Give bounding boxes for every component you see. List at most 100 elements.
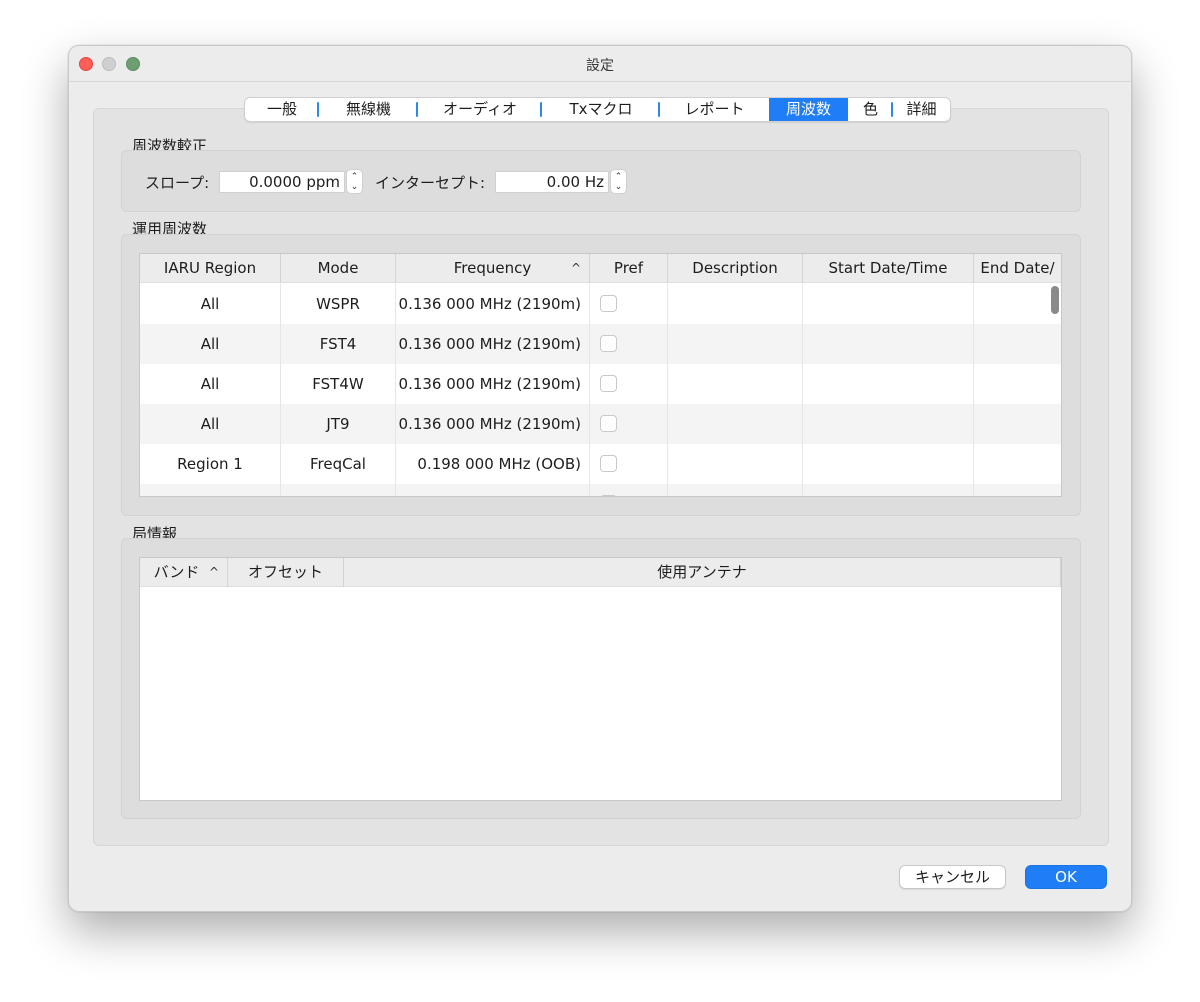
cell-region bbox=[140, 484, 281, 496]
table-row[interactable]: Region 1 FreqCal 0.198 000 MHz (OOB) bbox=[140, 444, 1061, 484]
tab-label: オーディオ bbox=[443, 100, 517, 118]
frequencies-table-header: IARU Region Mode Frequency ^ Pref Descri… bbox=[140, 254, 1061, 283]
cell-frequency: 0.136 000 MHz (2190m) bbox=[396, 404, 590, 444]
cell-frequency: 0.136 000 MHz (2190m) bbox=[396, 364, 590, 404]
table-row[interactable]: All FST4 0.136 000 MHz (2190m) bbox=[140, 324, 1061, 364]
cell-frequency: 0.198 000 MHz (OOB) bbox=[396, 444, 590, 484]
cell-frequency: 0.136 000 MHz (2190m) bbox=[396, 284, 590, 324]
pref-checkbox[interactable] bbox=[600, 455, 617, 472]
column-header-label: バンド bbox=[153, 563, 200, 581]
cell-region: All bbox=[140, 324, 281, 364]
cell-end bbox=[974, 364, 1061, 404]
cell-start bbox=[803, 324, 974, 364]
pref-checkbox[interactable] bbox=[600, 335, 617, 352]
cell-end bbox=[974, 284, 1061, 324]
tab-general[interactable]: 一般 bbox=[245, 98, 319, 121]
cell-end bbox=[974, 404, 1061, 444]
chevron-up-icon[interactable]: ⌃ bbox=[615, 172, 623, 182]
tab-label: 詳細 bbox=[906, 100, 937, 118]
pref-checkbox[interactable] bbox=[600, 495, 617, 496]
cell-description bbox=[668, 444, 803, 484]
column-header-end-date[interactable]: End Date/ bbox=[974, 254, 1061, 283]
column-header-antenna[interactable]: 使用アンテナ bbox=[344, 558, 1061, 587]
table-row[interactable]: All WSPR 0.136 000 MHz (2190m) bbox=[140, 284, 1061, 324]
intercept-label: インターセプト: bbox=[375, 174, 486, 192]
table-row-partial[interactable] bbox=[140, 484, 1061, 496]
slope-spinbox[interactable]: 0.0000 ppm bbox=[219, 171, 345, 193]
cell-pref bbox=[590, 484, 668, 496]
cell-frequency: 0.136 000 MHz (2190m) bbox=[396, 324, 590, 364]
sort-ascending-icon: ^ bbox=[570, 261, 581, 275]
cell-start bbox=[803, 444, 974, 484]
tab-bar: 一般 無線機 オーディオ Txマクロ レポート 周波数 色 詳細 bbox=[244, 97, 951, 122]
ok-button[interactable]: OK bbox=[1025, 865, 1107, 889]
column-header-start-date[interactable]: Start Date/Time bbox=[803, 254, 974, 283]
vertical-scrollbar-thumb[interactable] bbox=[1051, 286, 1059, 314]
cell-region: All bbox=[140, 284, 281, 324]
tab-tx-macros[interactable]: Txマクロ bbox=[542, 98, 660, 121]
tab-label: 色 bbox=[862, 100, 878, 118]
column-header-description[interactable]: Description bbox=[668, 254, 803, 283]
intercept-spinbox[interactable]: 0.00 Hz bbox=[495, 171, 609, 193]
chevron-down-icon[interactable]: ⌄ bbox=[351, 182, 359, 192]
intercept-stepper[interactable]: ⌃ ⌄ bbox=[610, 169, 627, 194]
cell-start bbox=[803, 484, 974, 496]
cell-mode: FreqCal bbox=[281, 444, 396, 484]
tab-reporting[interactable]: レポート bbox=[660, 98, 769, 121]
column-header-offset[interactable]: オフセット bbox=[228, 558, 344, 587]
cell-end bbox=[974, 484, 1061, 496]
cancel-button[interactable]: キャンセル bbox=[899, 865, 1006, 889]
cell-pref bbox=[590, 364, 668, 404]
cell-end bbox=[974, 324, 1061, 364]
column-header-pref[interactable]: Pref bbox=[590, 254, 668, 283]
cell-region: All bbox=[140, 404, 281, 444]
station-info-table: バンド ^ オフセット 使用アンテナ bbox=[139, 557, 1062, 801]
chevron-down-icon[interactable]: ⌄ bbox=[615, 182, 623, 192]
cell-description bbox=[668, 364, 803, 404]
window-title: 設定 bbox=[586, 58, 614, 74]
settings-window: 設定 一般 無線機 オーディオ Txマクロ レポート 周波数 色 詳細 周波数較… bbox=[68, 45, 1132, 912]
column-header-iaru-region[interactable]: IARU Region bbox=[140, 254, 281, 283]
cell-description bbox=[668, 324, 803, 364]
slope-stepper[interactable]: ⌃ ⌄ bbox=[346, 169, 363, 194]
tab-audio[interactable]: オーディオ bbox=[418, 98, 542, 121]
chevron-up-icon[interactable]: ⌃ bbox=[351, 172, 359, 182]
tab-label: 周波数 bbox=[785, 100, 831, 118]
frequencies-table: IARU Region Mode Frequency ^ Pref Descri… bbox=[139, 253, 1062, 497]
tab-frequencies[interactable]: 周波数 bbox=[769, 98, 848, 121]
tab-label: レポート bbox=[684, 100, 745, 118]
tab-colors[interactable]: 色 bbox=[848, 98, 893, 121]
station-info-table-header: バンド ^ オフセット 使用アンテナ bbox=[140, 558, 1061, 587]
cell-start bbox=[803, 364, 974, 404]
column-header-label: Frequency bbox=[453, 259, 532, 277]
cell-start bbox=[803, 404, 974, 444]
cell-pref bbox=[590, 444, 668, 484]
table-row[interactable]: All JT9 0.136 000 MHz (2190m) bbox=[140, 404, 1061, 444]
column-header-band[interactable]: バンド ^ bbox=[140, 558, 228, 587]
table-row[interactable]: All FST4W 0.136 000 MHz (2190m) bbox=[140, 364, 1061, 404]
cell-pref bbox=[590, 404, 668, 444]
column-header-frequency[interactable]: Frequency ^ bbox=[396, 254, 590, 283]
cell-mode: JT9 bbox=[281, 404, 396, 444]
cell-description bbox=[668, 284, 803, 324]
sort-ascending-icon: ^ bbox=[208, 565, 219, 579]
cell-mode: FST4W bbox=[281, 364, 396, 404]
tab-label: Txマクロ bbox=[569, 100, 633, 118]
tab-radio[interactable]: 無線機 bbox=[319, 98, 418, 121]
cell-mode: WSPR bbox=[281, 284, 396, 324]
tab-advanced[interactable]: 詳細 bbox=[893, 98, 950, 121]
tab-label: 無線機 bbox=[345, 100, 391, 118]
pref-checkbox[interactable] bbox=[600, 375, 617, 392]
pref-checkbox[interactable] bbox=[600, 295, 617, 312]
cell-pref bbox=[590, 324, 668, 364]
cell-start bbox=[803, 284, 974, 324]
cell-end bbox=[974, 444, 1061, 484]
tab-label: 一般 bbox=[266, 100, 297, 118]
cell-mode bbox=[281, 484, 396, 496]
pref-checkbox[interactable] bbox=[600, 415, 617, 432]
cell-region: Region 1 bbox=[140, 444, 281, 484]
column-header-mode[interactable]: Mode bbox=[281, 254, 396, 283]
cell-mode: FST4 bbox=[281, 324, 396, 364]
cell-region: All bbox=[140, 364, 281, 404]
cell-pref bbox=[590, 284, 668, 324]
